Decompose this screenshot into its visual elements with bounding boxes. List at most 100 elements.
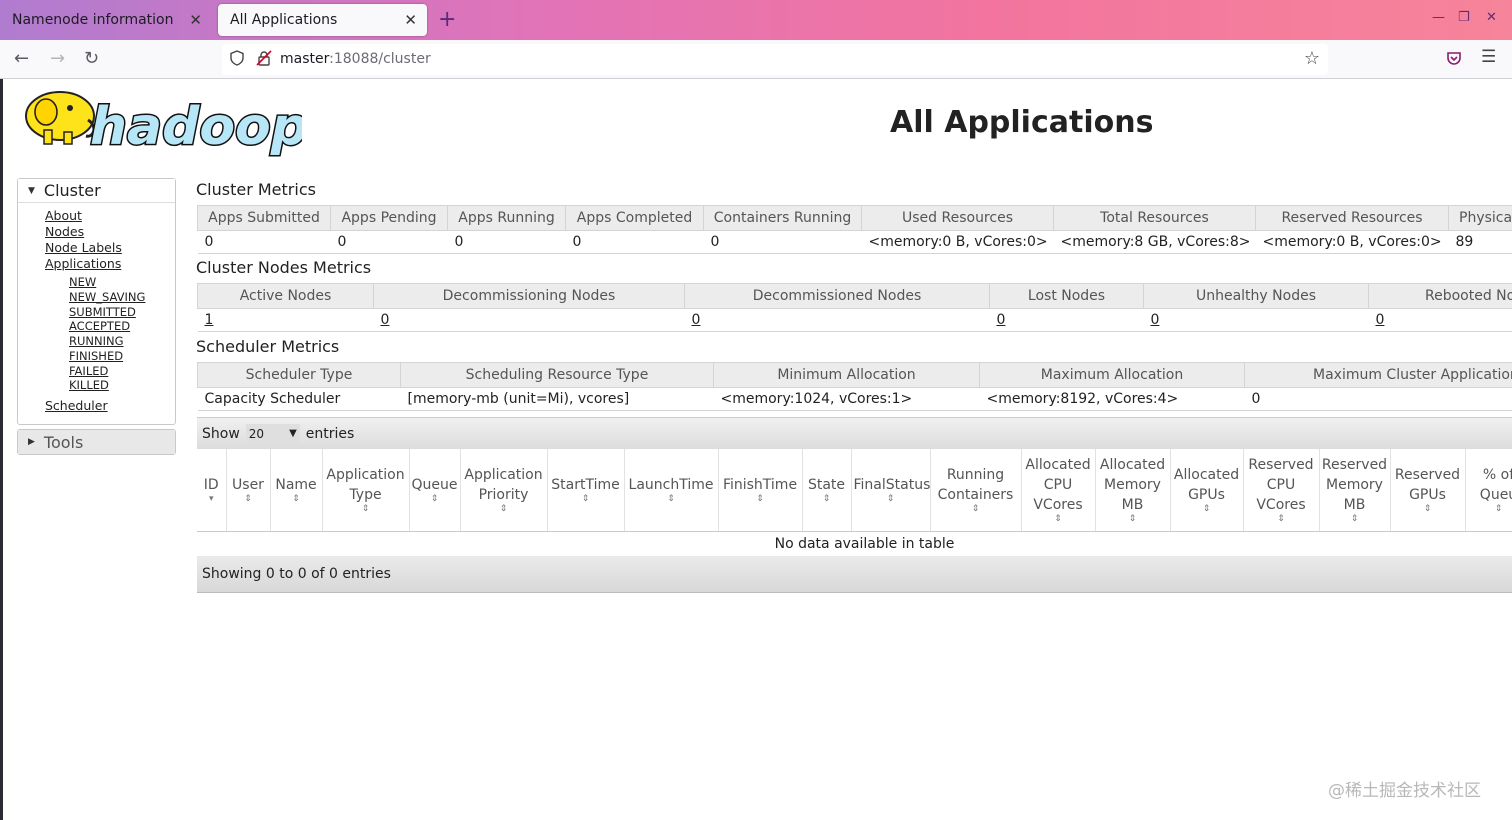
column-header-label: Reserved: [1248, 457, 1314, 474]
column-header-label: VCores: [1256, 497, 1306, 514]
metric-value: <memory:8192, vCores:4>: [979, 387, 1245, 411]
sortable-column-header[interactable]: Name ⇕: [270, 449, 323, 532]
sidebar-link-scheduler[interactable]: Scheduler: [45, 398, 175, 414]
state-link-killed[interactable]: KILLED: [69, 378, 175, 393]
column-header-label: LaunchTime: [628, 477, 714, 494]
arrow-left-icon[interactable]: ←: [14, 48, 29, 69]
sortable-column-header[interactable]: LaunchTime ⇕: [624, 449, 719, 532]
sortable-column-header[interactable]: Application Type ⇕: [322, 449, 410, 532]
column-header-label: CPU: [1043, 477, 1073, 494]
state-link-new[interactable]: NEW: [69, 275, 175, 290]
shield-icon[interactable]: [230, 50, 244, 66]
column-header: Physica: [1448, 205, 1512, 231]
lost-nodes-link[interactable]: 0: [997, 312, 1006, 328]
tab-title: All Applications: [230, 12, 338, 28]
tools-header[interactable]: ▶ Tools: [18, 430, 175, 455]
state-link-accepted[interactable]: ACCEPTED: [69, 319, 175, 334]
column-header: Rebooted Noc: [1368, 283, 1512, 309]
sortable-column-header[interactable]: State ⇕: [802, 449, 852, 532]
insecure-lock-icon[interactable]: [256, 50, 272, 66]
window-edge: [0, 79, 3, 820]
star-icon[interactable]: ☆: [1304, 48, 1320, 69]
sortable-column-header[interactable]: Allocated Memory MB ⇕: [1095, 449, 1171, 532]
sortable-column-header[interactable]: FinishTime ⇕: [718, 449, 803, 532]
column-header-label: Reserved: [1394, 467, 1461, 484]
tab-all-applications[interactable]: All Applications ✕: [218, 4, 427, 36]
column-header: Apps Pending: [330, 205, 448, 231]
state-link-running[interactable]: RUNNING: [69, 334, 175, 349]
sortable-column-header[interactable]: Allocated GPUs ⇕: [1170, 449, 1244, 532]
column-header-label: Reserved: [1321, 457, 1388, 474]
column-header-label: % of: [1482, 467, 1512, 484]
table-row: 0 0 0 0 0 <memory:0 B, vCores:0> <memory…: [197, 230, 1512, 254]
sidebar-link-nodes[interactable]: Nodes: [45, 224, 175, 240]
column-header-label: Type: [349, 487, 382, 504]
page-size-select[interactable]: 20 ▼: [245, 423, 300, 444]
applications-table: ID ▾ User ⇕ Name ⇕ Application Type ⇕ Queue ⇕ Appli…: [197, 449, 1512, 558]
column-header-label: Allocated: [1173, 467, 1240, 484]
state-link-failed[interactable]: FAILED: [69, 364, 175, 379]
hadoop-logo[interactable]: hadoop: [18, 86, 302, 158]
sortable-column-header[interactable]: Reserved CPU VCores ⇕: [1243, 449, 1320, 532]
scheduler-metrics-table: Scheduler Type Scheduling Resource Type …: [197, 362, 1512, 411]
cluster-header[interactable]: ▼ Cluster: [18, 179, 175, 203]
expanded-triangle-icon: ▼: [28, 185, 35, 196]
pocket-icon[interactable]: [1446, 50, 1462, 66]
close-tab-icon[interactable]: ✕: [189, 11, 202, 29]
sortable-column-header[interactable]: ID ▾: [197, 449, 227, 532]
unhealthy-nodes-link[interactable]: 0: [1151, 312, 1160, 328]
minimize-window-icon[interactable]: —: [1432, 10, 1445, 25]
sort-both-icon: ⇕: [1494, 504, 1503, 515]
sortable-column-header[interactable]: Running Containers ⇕: [930, 449, 1022, 532]
reload-icon[interactable]: ↻: [84, 48, 99, 69]
sort-both-icon: ⇕: [1054, 514, 1062, 525]
url-bar[interactable]: master:18088/cluster ☆: [222, 44, 1328, 75]
active-nodes-link[interactable]: 1: [205, 312, 214, 328]
sortable-column-header[interactable]: Reserved GPUs ⇕: [1390, 449, 1466, 532]
column-header-label: VCores: [1033, 497, 1083, 514]
decommissioned-nodes-link[interactable]: 0: [692, 312, 701, 328]
sort-descending-icon: ▾: [208, 494, 214, 505]
sidebar-link-about[interactable]: About: [45, 208, 175, 224]
new-tab-plus-icon[interactable]: +: [438, 7, 456, 32]
metric-value: 0: [703, 230, 862, 254]
sortable-column-header[interactable]: Allocated CPU VCores ⇕: [1021, 449, 1096, 532]
table-header-row: Active Nodes Decommissioning Nodes Decom…: [197, 283, 1512, 309]
close-window-icon[interactable]: ✕: [1486, 10, 1497, 25]
sortable-column-header[interactable]: Reserved Memory MB ⇕: [1319, 449, 1391, 532]
tab-namenode-information[interactable]: Namenode information ✕: [0, 4, 212, 36]
column-header: Scheduling Resource Type: [400, 362, 714, 388]
column-header: Maximum Allocation: [979, 362, 1245, 388]
sortable-column-header[interactable]: FinalStatus ⇕: [851, 449, 931, 532]
metric-value: 89: [1448, 230, 1512, 254]
column-header-label: Name: [275, 477, 317, 494]
sort-both-icon: ⇕: [1277, 514, 1285, 525]
decommissioning-nodes-link[interactable]: 0: [381, 312, 390, 328]
column-header-label: Queu: [1479, 487, 1512, 504]
metric-value: <memory:0 B, vCores:0>: [861, 230, 1054, 254]
sortable-column-header[interactable]: User ⇕: [226, 449, 271, 532]
metric-value: 0: [197, 230, 331, 254]
state-link-new-saving[interactable]: NEW_SAVING: [69, 290, 175, 305]
hamburger-icon[interactable]: ☰: [1481, 47, 1496, 67]
cluster-metrics-table: Apps Submitted Apps Pending Apps Running…: [197, 205, 1512, 254]
column-header: Apps Running: [447, 205, 566, 231]
rebooted-nodes-link[interactable]: 0: [1376, 312, 1385, 328]
state-link-submitted[interactable]: SUBMITTED: [69, 305, 175, 320]
tab-title: Namenode information: [12, 12, 174, 28]
url-host: master: [280, 51, 330, 67]
column-header: Used Resources: [861, 205, 1054, 231]
sortable-column-header[interactable]: Queue ⇕: [409, 449, 461, 532]
state-link-finished[interactable]: FINISHED: [69, 349, 175, 364]
restore-window-icon[interactable]: ❐: [1458, 10, 1470, 25]
metric-value: 0: [330, 230, 448, 254]
column-header-label: Running: [946, 467, 1005, 484]
close-tab-icon[interactable]: ✕: [404, 11, 417, 29]
sidebar-link-node-labels[interactable]: Node Labels: [45, 240, 175, 256]
arrow-right-icon[interactable]: →: [50, 48, 65, 69]
sortable-column-header[interactable]: % of Queu⇕: [1465, 449, 1512, 532]
column-header-label: CPU: [1266, 477, 1296, 494]
sidebar-link-applications[interactable]: Applications: [45, 256, 175, 272]
sortable-column-header[interactable]: StartTime ⇕: [547, 449, 625, 532]
sortable-column-header[interactable]: Application Priority ⇕: [460, 449, 548, 532]
